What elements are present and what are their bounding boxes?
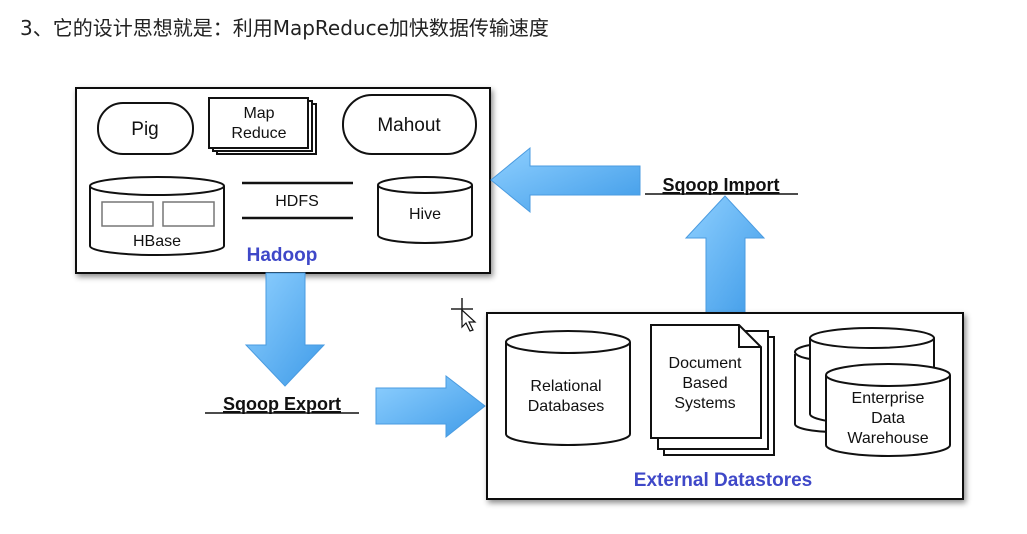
svg-text:Enterprise: Enterprise: [852, 390, 925, 407]
document-systems-node: Document Based Systems: [650, 324, 775, 456]
export-right-arrow: [375, 374, 486, 439]
mapreduce-node: Map Reduce: [208, 97, 317, 155]
hadoop-box: Pig Map Reduce Mahout HBase HDFS Hive Ha…: [75, 87, 491, 274]
svg-text:Based: Based: [682, 375, 727, 392]
svg-text:Data: Data: [871, 410, 905, 427]
svg-text:Systems: Systems: [674, 395, 735, 412]
hive-node: Hive: [377, 176, 473, 244]
svg-text:Databases: Databases: [528, 398, 605, 415]
mahout-node: Mahout: [342, 94, 477, 155]
svg-text:HBase: HBase: [133, 233, 181, 250]
import-up-arrow: [684, 195, 766, 314]
svg-text:HDFS: HDFS: [275, 193, 319, 210]
svg-text:Reduce: Reduce: [231, 125, 286, 142]
svg-text:Mahout: Mahout: [377, 115, 441, 136]
hbase-node: HBase: [89, 176, 225, 256]
svg-text:Relational: Relational: [530, 378, 601, 395]
sqoop-export-label: Sqoop Export: [223, 394, 341, 414]
import-left-arrow: [490, 146, 641, 214]
external-datastores-box: Relational Databases Document Based Syst…: [486, 312, 964, 500]
move-cursor-icon: [451, 298, 477, 332]
svg-text:Map: Map: [243, 105, 274, 122]
svg-text:Document: Document: [669, 355, 742, 372]
external-datastores-label: External Datastores: [634, 470, 812, 491]
svg-text:Pig: Pig: [131, 119, 158, 140]
sqoop-import-label: Sqoop Import: [663, 175, 780, 195]
svg-text:Hive: Hive: [409, 206, 441, 223]
hadoop-label: Hadoop: [247, 245, 318, 266]
sqoop-diagram: Pig Map Reduce Mahout HBase HDFS Hive Ha…: [75, 87, 964, 500]
svg-text:Warehouse: Warehouse: [847, 430, 928, 447]
pig-node: Pig: [97, 102, 194, 155]
relational-databases-node: Relational Databases: [505, 330, 631, 446]
export-down-arrow: [244, 272, 326, 387]
